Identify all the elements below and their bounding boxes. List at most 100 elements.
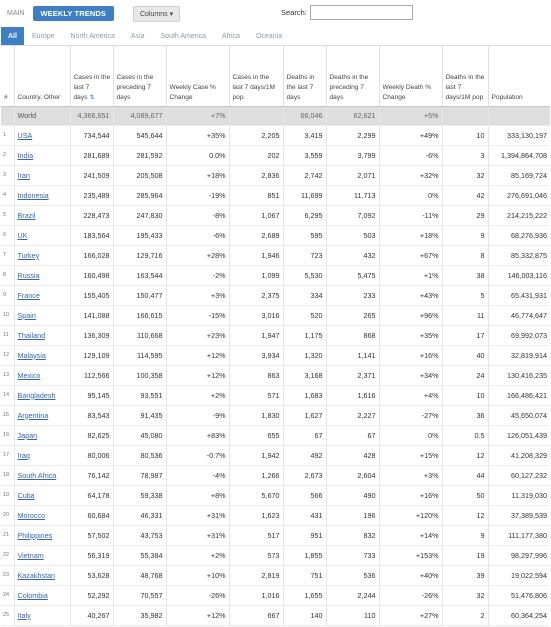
- country-link[interactable]: Colombia: [18, 591, 48, 600]
- col-country-cell: France: [14, 285, 71, 306]
- table-row: 1 USA 734,544 545,644 +35% 2,205 3,419 2,299 +49…: [1, 125, 550, 146]
- col-cases-7d-cell: 141,088: [70, 305, 114, 326]
- col-country-header[interactable]: Country, Other: [14, 46, 71, 107]
- col-death-change-cell: +3%: [379, 465, 443, 486]
- col-case-change-cell: +3%: [166, 285, 230, 306]
- weekly-trends-button[interactable]: WEEKLY TRENDS: [32, 6, 114, 21]
- col-deaths-prev-7d-cell: 2,299: [326, 125, 380, 146]
- sort-icon[interactable]: ⇅: [89, 95, 94, 101]
- col-deaths-7d-header[interactable]: Deaths in the last 7 days: [283, 46, 327, 107]
- col-population-cell: 130,416,235: [488, 365, 550, 386]
- country-link[interactable]: Iraq: [18, 451, 30, 460]
- col-cases-7d-per-m-cell: 1,946: [229, 245, 284, 266]
- country-link[interactable]: Philippines: [18, 531, 53, 540]
- col-death-change-cell: -11%: [379, 205, 443, 226]
- country-link[interactable]: Bangladesh: [18, 391, 56, 400]
- col-case-change-cell: +31%: [166, 525, 230, 546]
- col-deaths-prev-7d-cell: 2,227: [326, 405, 380, 426]
- col-cases-prev-7d-header[interactable]: Cases in the preceding 7 days: [113, 46, 167, 107]
- country-link[interactable]: Cuba: [18, 491, 35, 500]
- col-cases-7d-per-m-cell: 1,067: [229, 205, 284, 226]
- col-deaths-prev-7d-cell: 2,371: [326, 365, 380, 386]
- col-cases-prev-7d-cell: 35,982: [113, 605, 167, 626]
- col-death-change-header[interactable]: Weekly Death % Change: [379, 46, 443, 107]
- col-death-change-cell: 0%: [379, 425, 443, 446]
- col-rank-cell: 16: [1, 425, 15, 446]
- col-cases-7d-per-m-cell: 2,819: [229, 565, 284, 586]
- col-cases-prev-7d-cell: 91,435: [113, 405, 167, 426]
- col-deaths-prev-7d-header[interactable]: Deaths in the preceding 7 days: [326, 46, 380, 107]
- country-link[interactable]: Iran: [18, 171, 30, 180]
- country-link[interactable]: Turkey: [18, 251, 40, 260]
- col-cases-7d-cell: 166,028: [70, 245, 114, 266]
- col-case-change-cell: +83%: [166, 425, 230, 446]
- col-case-change-cell: -2%: [166, 265, 230, 286]
- tab-oceania[interactable]: Oceania: [248, 27, 290, 45]
- col-case-change-cell: +12%: [166, 345, 230, 366]
- country-link[interactable]: Spain: [18, 311, 36, 320]
- col-deaths-7d-per-m-cell: 44: [442, 465, 489, 486]
- col-deaths-7d-cell: 431: [283, 505, 327, 526]
- table-row: 15 Argentina 83,543 91,435 -9% 1,830 1,627 2,22…: [1, 405, 550, 426]
- country-link[interactable]: Malaysia: [18, 351, 46, 360]
- col-deaths-prev-7d-cell: 196: [326, 505, 380, 526]
- country-link[interactable]: Thailand: [18, 331, 46, 340]
- header-label: #: [4, 93, 8, 101]
- country-link[interactable]: France: [18, 291, 40, 300]
- country-link[interactable]: Russia: [18, 271, 40, 280]
- col-death-change-cell: +120%: [379, 505, 443, 526]
- country-link[interactable]: Argentina: [18, 411, 49, 420]
- col-deaths-7d-per-m-header[interactable]: Deaths in the last 7 days/1M pop: [442, 46, 489, 107]
- col-cases-7d-per-m-header[interactable]: Cases in the last 7 days/1M pop: [229, 46, 284, 107]
- table-row: 25 Italy 40,267 35,982 +12% 667 140 110 +27% 2 60,…: [1, 605, 550, 626]
- country-link[interactable]: Vietnam: [18, 551, 44, 560]
- col-cases-prev-7d-cell: 78,987: [113, 465, 167, 486]
- col-cases-7d-per-m-cell: 2,375: [229, 285, 284, 306]
- country-link[interactable]: South Africa: [18, 471, 57, 480]
- col-deaths-prev-7d-cell: 1,141: [326, 345, 380, 366]
- col-deaths-7d-cell: 3,168: [283, 365, 327, 386]
- country-link[interactable]: Kazakhstan: [18, 571, 56, 580]
- col-population-cell: 214,215,222: [488, 205, 550, 226]
- tab-all[interactable]: All: [1, 27, 24, 45]
- col-cases-7d-header[interactable]: Cases in the last 7 days ⇅: [70, 46, 114, 107]
- country-link[interactable]: Indonesia: [18, 191, 49, 200]
- col-country-cell: Japan: [14, 425, 71, 446]
- col-rank-header[interactable]: #: [1, 46, 15, 107]
- col-case-change-header[interactable]: Weekly Case % Change: [166, 46, 230, 107]
- country-link[interactable]: Morocco: [18, 511, 46, 520]
- col-cases-7d-cell: 4,366,651: [70, 106, 114, 126]
- table-row: 8 Russia 160,498 163,544 -2% 1,099 5,530 5,475 +…: [1, 265, 550, 286]
- col-deaths-7d-cell: 723: [283, 245, 327, 266]
- weekly-trends-table: # Country, Other Cases in the last 7 days ⇅…: [1, 46, 550, 626]
- col-deaths-7d-per-m-cell: 8: [442, 245, 489, 266]
- main-link[interactable]: MAIN: [3, 10, 29, 17]
- columns-button[interactable]: Columns ▾: [132, 5, 181, 22]
- col-population-header[interactable]: Population: [488, 46, 550, 107]
- tab-europe[interactable]: Europe: [24, 27, 63, 45]
- col-cases-7d-per-m-cell: 5,670: [229, 485, 284, 506]
- col-country-cell: Russia: [14, 265, 71, 286]
- country-link[interactable]: India: [18, 151, 34, 160]
- tab-africa[interactable]: Africa: [214, 27, 248, 45]
- col-cases-7d-per-m-cell: 517: [229, 525, 284, 546]
- tab-south-america[interactable]: South America: [153, 27, 215, 45]
- tab-asia[interactable]: Asia: [123, 27, 153, 45]
- col-deaths-7d-cell: 6,295: [283, 205, 327, 226]
- country-link[interactable]: Japan: [18, 431, 38, 440]
- col-rank-cell: 14: [1, 385, 15, 406]
- country-link[interactable]: Brazil: [18, 211, 36, 220]
- col-cases-prev-7d-cell: 80,536: [113, 445, 167, 466]
- table-row: 21 Philippines 57,502 43,753 +31% 517 951 832 +1…: [1, 525, 550, 546]
- country-link[interactable]: Italy: [18, 611, 31, 620]
- tab-north-america[interactable]: North America: [63, 27, 123, 45]
- col-cases-prev-7d-cell: 545,644: [113, 125, 167, 146]
- country-link[interactable]: UK: [18, 231, 28, 240]
- col-cases-7d-cell: 112,566: [70, 365, 114, 386]
- search-input[interactable]: [310, 5, 413, 20]
- col-deaths-7d-cell: 566: [283, 485, 327, 506]
- country-link[interactable]: Mexico: [18, 371, 41, 380]
- col-cases-7d-cell: 160,498: [70, 265, 114, 286]
- country-link[interactable]: USA: [18, 131, 33, 140]
- col-cases-prev-7d-cell: 205,508: [113, 165, 167, 186]
